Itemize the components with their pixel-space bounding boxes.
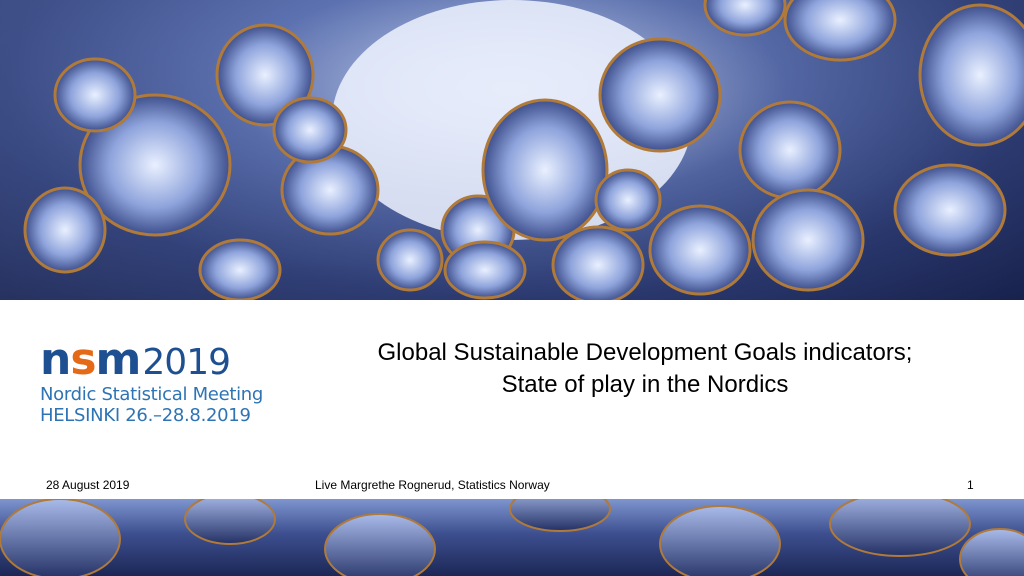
logo-brand-n: n xyxy=(40,334,71,385)
logo-mark: nsm 2019 xyxy=(40,336,270,384)
slide-title-line-1: Global Sustainable Development Goals ind… xyxy=(377,339,913,366)
nsm2019-logo: nsm 2019 Nordic Statistical Meeting HELS… xyxy=(40,336,270,436)
logo-brand: nsm xyxy=(40,334,142,385)
logo-brand-m: m xyxy=(95,334,142,385)
footer-date: 28 August 2019 xyxy=(46,478,130,492)
logo-location-dates: HELSINKI 26.–28.8.2019 xyxy=(40,405,251,426)
slide-title: Global Sustainable Development Goals ind… xyxy=(300,337,990,401)
logo-brand-s: s xyxy=(70,334,96,385)
slide-title-line-2: State of play in the Nordics xyxy=(501,371,789,398)
logo-meeting-name: Nordic Statistical Meeting xyxy=(40,384,264,405)
footer-author: Live Margrethe Rognerud, Statistics Norw… xyxy=(315,478,550,492)
footer-page-number: 1 xyxy=(967,478,974,492)
header-photo-pipes xyxy=(0,0,1024,300)
logo-year: 2019 xyxy=(142,342,231,383)
footer-photo-pipes xyxy=(0,499,1024,576)
